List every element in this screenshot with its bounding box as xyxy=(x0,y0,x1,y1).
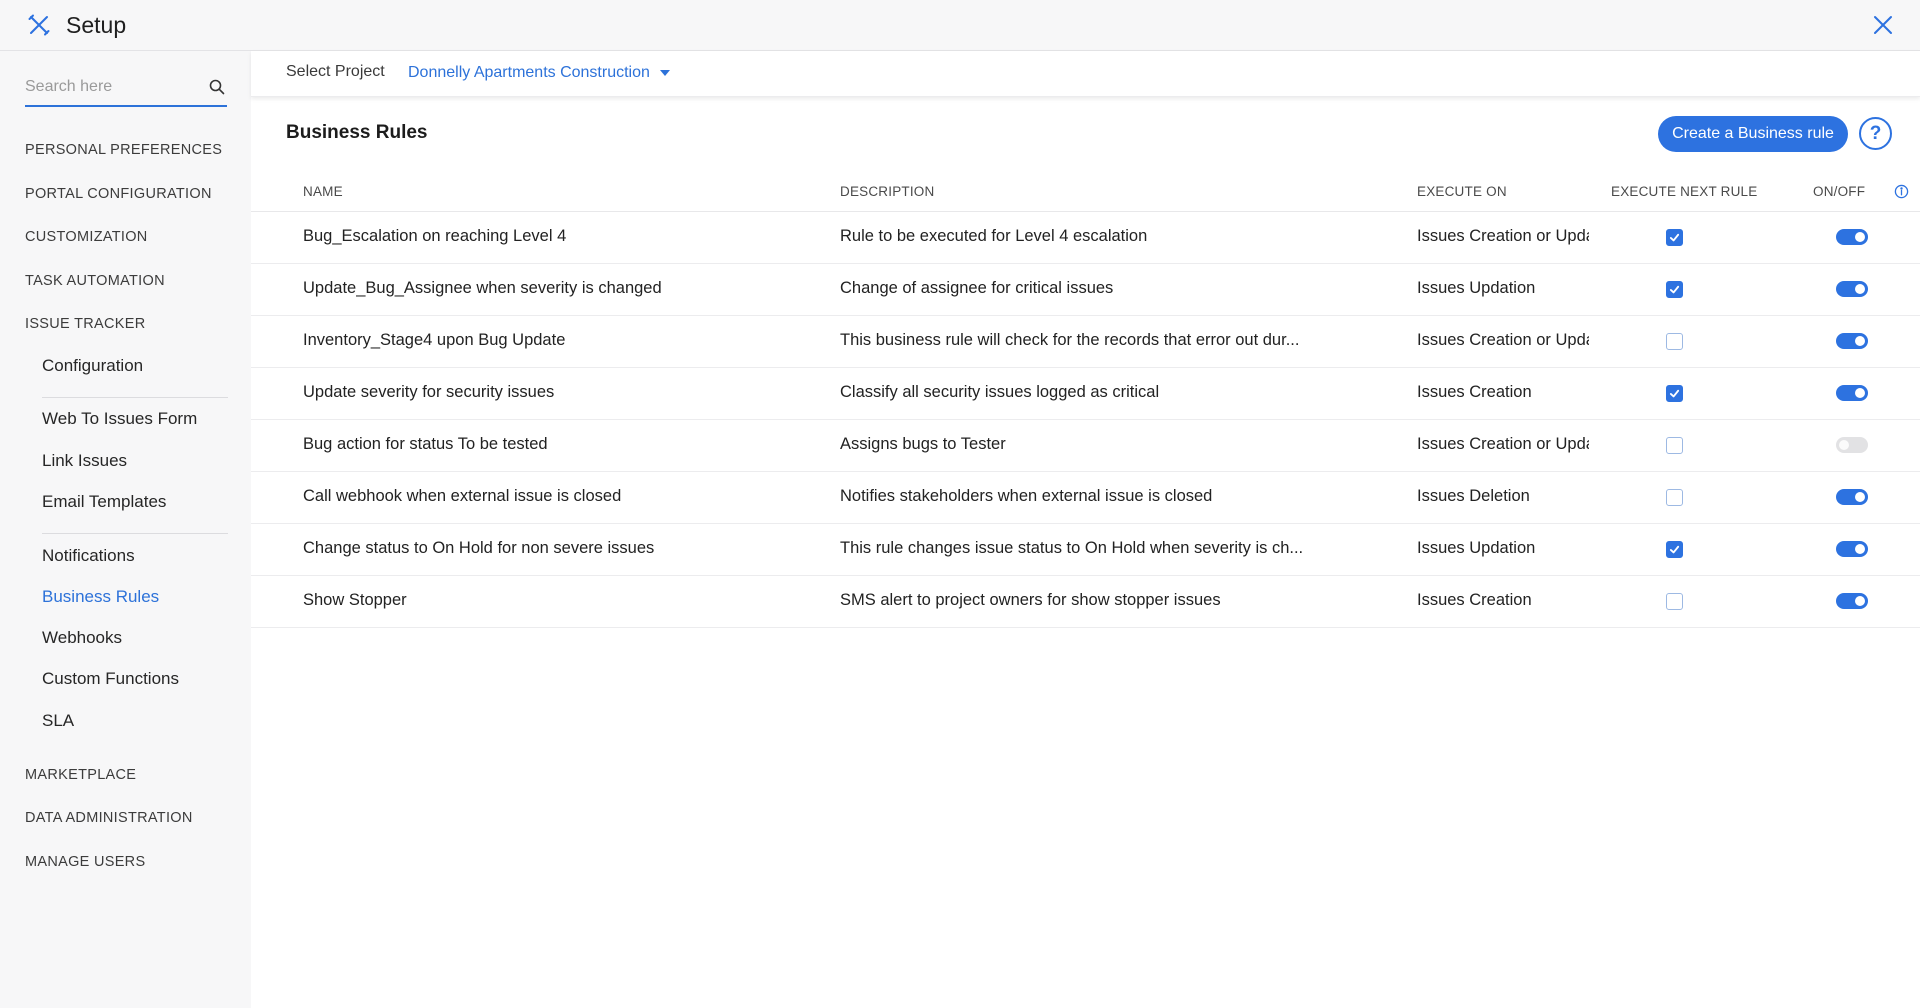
table-row[interactable]: Call webhook when external issue is clos… xyxy=(251,472,1920,524)
column-header-execute-next-rule[interactable]: EXECUTE NEXT RULE xyxy=(1611,184,1757,199)
sidebar-item-configuration[interactable]: Configuration xyxy=(42,356,143,376)
table-row[interactable]: Show Stopper SMS alert to project owners… xyxy=(251,576,1920,628)
rule-toggle[interactable] xyxy=(1836,385,1868,401)
rule-toggle[interactable] xyxy=(1836,593,1868,609)
business-rules-table: NAME DESCRIPTION EXECUTE ON EXECUTE NEXT… xyxy=(251,170,1920,628)
tools-icon xyxy=(26,12,52,38)
project-dropdown[interactable]: Donnelly Apartments Construction xyxy=(408,64,670,82)
sidebar: PERSONAL PREFERENCES PORTAL CONFIGURATIO… xyxy=(0,51,251,1008)
search-input[interactable] xyxy=(25,78,195,96)
rule-toggle[interactable] xyxy=(1836,229,1868,245)
execute-next-rule-checkbox[interactable] xyxy=(1666,593,1683,610)
nav-customization[interactable]: CUSTOMIZATION xyxy=(25,229,148,245)
execute-next-rule-checkbox[interactable] xyxy=(1666,281,1683,298)
nav-personal-preferences[interactable]: PERSONAL PREFERENCES xyxy=(25,142,222,158)
execute-next-rule-checkbox[interactable] xyxy=(1666,229,1683,246)
rule-description: Change of assignee for critical issues xyxy=(840,279,1114,297)
nav-manage-users[interactable]: MANAGE USERS xyxy=(25,854,145,870)
execute-next-rule-checkbox[interactable] xyxy=(1666,437,1683,454)
rule-execute-on: Issues Creation or Upda xyxy=(1417,331,1589,349)
execute-next-rule-checkbox[interactable] xyxy=(1666,541,1683,558)
close-icon[interactable] xyxy=(1870,12,1896,38)
rule-name[interactable]: Bug_Escalation on reaching Level 4 xyxy=(303,227,823,246)
caret-down-icon xyxy=(659,70,670,76)
execute-next-rule-checkbox[interactable] xyxy=(1666,489,1683,506)
rule-name[interactable]: Change status to On Hold for non severe … xyxy=(303,539,823,558)
search-box xyxy=(25,69,227,107)
execute-next-rule-checkbox[interactable] xyxy=(1666,333,1683,350)
rule-execute-on: Issues Creation xyxy=(1417,591,1532,609)
sidebar-item-web-to-issues-form[interactable]: Web To Issues Form xyxy=(42,409,197,429)
sidebar-item-webhooks[interactable]: Webhooks xyxy=(42,628,122,648)
rule-name[interactable]: Bug action for status To be tested xyxy=(303,435,823,454)
rule-toggle[interactable] xyxy=(1836,333,1868,349)
table-row[interactable]: Update severity for security issues Clas… xyxy=(251,368,1920,420)
column-header-name[interactable]: NAME xyxy=(303,184,343,199)
table-row[interactable]: Bug_Escalation on reaching Level 4 Rule … xyxy=(251,212,1920,264)
rule-execute-on: Issues Creation or Upda xyxy=(1417,435,1589,453)
sidebar-item-notifications[interactable]: Notifications xyxy=(42,546,135,566)
rule-name[interactable]: Call webhook when external issue is clos… xyxy=(303,487,823,506)
rule-description: Rule to be executed for Level 4 escalati… xyxy=(840,227,1148,245)
execute-next-rule-checkbox[interactable] xyxy=(1666,385,1683,402)
rule-name[interactable]: Show Stopper xyxy=(303,591,823,610)
nav-portal-configuration[interactable]: PORTAL CONFIGURATION xyxy=(25,186,212,202)
project-label: Select Project xyxy=(286,63,385,80)
info-icon[interactable] xyxy=(1893,183,1909,199)
toggle-knob xyxy=(1839,440,1849,450)
toggle-knob xyxy=(1855,284,1865,294)
sidebar-item-custom-functions[interactable]: Custom Functions xyxy=(42,669,179,689)
rule-description: This rule changes issue status to On Hol… xyxy=(840,539,1304,557)
toggle-knob xyxy=(1855,388,1865,398)
rule-execute-on: Issues Creation xyxy=(1417,383,1532,401)
toggle-knob xyxy=(1855,232,1865,242)
nav-divider xyxy=(42,533,228,534)
rule-name[interactable]: Update severity for security issues xyxy=(303,383,823,402)
rule-execute-on: Issues Updation xyxy=(1417,539,1536,557)
toggle-knob xyxy=(1855,492,1865,502)
search-icon[interactable] xyxy=(207,77,227,97)
sidebar-item-sla[interactable]: SLA xyxy=(42,711,74,731)
app-title: Setup xyxy=(66,11,127,38)
rule-toggle[interactable] xyxy=(1836,541,1868,557)
toggle-knob xyxy=(1855,596,1865,606)
rule-toggle[interactable] xyxy=(1836,281,1868,297)
rule-execute-on: Issues Deletion xyxy=(1417,487,1530,505)
rule-description: Classify all security issues logged as c… xyxy=(840,383,1160,401)
column-header-on-off[interactable]: ON/OFF xyxy=(1813,184,1865,199)
nav-marketplace[interactable]: MARKETPLACE xyxy=(25,767,136,783)
rule-description: Notifies stakeholders when external issu… xyxy=(840,487,1213,505)
table-header: NAME DESCRIPTION EXECUTE ON EXECUTE NEXT… xyxy=(251,170,1920,212)
rule-execute-on: Issues Creation or Upda xyxy=(1417,227,1589,245)
table-row[interactable]: Bug action for status To be tested Assig… xyxy=(251,420,1920,472)
nav-data-administration[interactable]: DATA ADMINISTRATION xyxy=(25,810,193,826)
nav-divider xyxy=(42,397,228,398)
project-bar: Select Project Donnelly Apartments Const… xyxy=(251,51,1920,97)
rule-description: Assigns bugs to Tester xyxy=(840,435,1006,453)
rule-toggle[interactable] xyxy=(1836,437,1868,453)
rule-execute-on: Issues Updation xyxy=(1417,279,1536,297)
sidebar-item-link-issues[interactable]: Link Issues xyxy=(42,451,127,471)
table-row[interactable]: Inventory_Stage4 upon Bug Update This bu… xyxy=(251,316,1920,368)
top-bar: Setup xyxy=(0,0,1920,51)
table-row[interactable]: Update_Bug_Assignee when severity is cha… xyxy=(251,264,1920,316)
table-row[interactable]: Change status to On Hold for non severe … xyxy=(251,524,1920,576)
rule-name[interactable]: Inventory_Stage4 upon Bug Update xyxy=(303,331,823,350)
page-title: Business Rules xyxy=(286,122,428,143)
toggle-knob xyxy=(1855,336,1865,346)
nav-issue-tracker[interactable]: ISSUE TRACKER xyxy=(25,316,145,332)
nav-task-automation[interactable]: TASK AUTOMATION xyxy=(25,273,165,289)
toggle-knob xyxy=(1855,544,1865,554)
rule-toggle[interactable] xyxy=(1836,489,1868,505)
create-business-rule-button[interactable]: Create a Business rule xyxy=(1658,116,1848,152)
rule-description: SMS alert to project owners for show sto… xyxy=(840,591,1221,609)
sidebar-item-business-rules[interactable]: Business Rules xyxy=(42,587,159,607)
column-header-description[interactable]: DESCRIPTION xyxy=(840,184,934,199)
sidebar-item-email-templates[interactable]: Email Templates xyxy=(42,492,166,512)
rule-description: This business rule will check for the re… xyxy=(840,331,1300,349)
help-icon[interactable]: ? xyxy=(1859,117,1892,150)
column-header-execute-on[interactable]: EXECUTE ON xyxy=(1417,184,1507,199)
project-name: Donnelly Apartments Construction xyxy=(408,64,650,81)
rule-name[interactable]: Update_Bug_Assignee when severity is cha… xyxy=(303,279,823,298)
